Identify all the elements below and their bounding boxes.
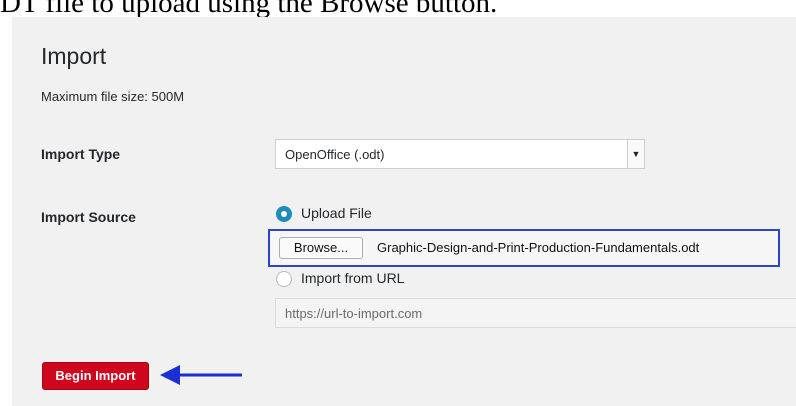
file-picker-highlight: Browse... Graphic-Design-and-Print-Produ…	[268, 229, 780, 267]
import-from-url-radio[interactable]	[276, 271, 292, 287]
browse-button[interactable]: Browse...	[279, 237, 363, 259]
selected-file-name: Graphic-Design-and-Print-Production-Fund…	[377, 240, 700, 255]
arrow-left-icon	[160, 365, 242, 385]
chevron-down-icon[interactable]: ▼	[627, 140, 644, 168]
import-source-label: Import Source	[41, 209, 136, 225]
url-placeholder: https://url-to-import.com	[285, 306, 423, 321]
url-input[interactable]: https://url-to-import.com	[275, 298, 796, 328]
upload-file-label[interactable]: Upload File	[301, 205, 372, 221]
page-title: Import	[41, 43, 107, 69]
upload-file-radio[interactable]	[276, 206, 292, 222]
begin-import-button[interactable]: Begin Import	[42, 362, 149, 390]
max-file-size-text: Maximum file size: 500M	[41, 89, 185, 104]
import-type-selected-value: OpenOffice (.odt)	[285, 147, 385, 162]
import-type-label: Import Type	[41, 146, 121, 162]
import-type-select[interactable]: OpenOffice (.odt) ▼	[275, 139, 645, 169]
import-panel: Import Maximum file size: 500M Import Ty…	[12, 17, 796, 406]
instruction-caption: DT file to upload using the Browse butto…	[0, 0, 498, 18]
import-from-url-label[interactable]: Import from URL	[301, 270, 404, 286]
